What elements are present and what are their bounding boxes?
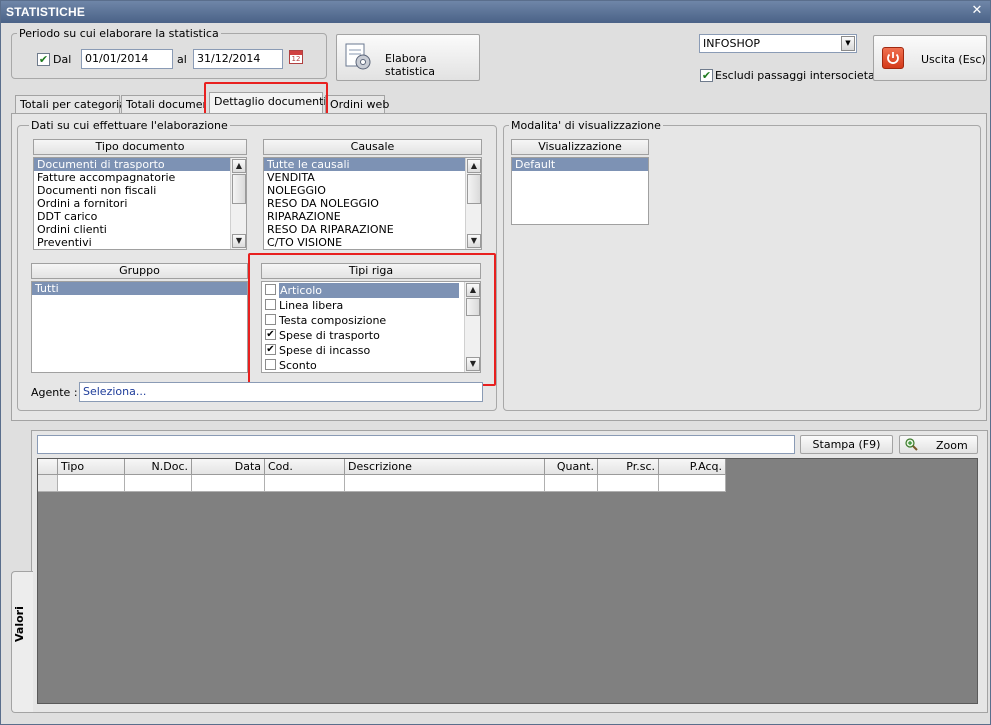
grid-cell[interactable] <box>265 475 345 492</box>
tab-totali-per-categoria[interactable]: Totali per categoria <box>15 95 126 113</box>
visualizzazione-group-label: Modalita' di visualizzazione <box>509 119 663 132</box>
tipi-riga-highlight-box <box>248 253 496 386</box>
period-group-label: Periodo su cui elaborare la statistica <box>17 27 221 40</box>
tab-label: Totali per categoria <box>20 98 126 111</box>
grid-cell[interactable] <box>598 475 659 492</box>
gruppo-list[interactable]: Tutti <box>31 281 248 373</box>
tab-label: Ordini web <box>330 98 390 111</box>
stampa-button-label: Stampa (F9) <box>812 438 881 451</box>
side-tab-valori[interactable]: Valori <box>11 571 33 713</box>
causale-header: Causale <box>263 139 482 155</box>
visualizzazione-list[interactable]: Default <box>511 157 649 225</box>
zoom-button-label: Zoom <box>936 439 968 452</box>
causale-list[interactable]: Tutte le causali VENDITA NOLEGGIO RESO D… <box>263 157 482 250</box>
grid-col-data[interactable]: Data <box>192 459 265 475</box>
agente-label: Agente : <box>31 386 78 399</box>
grid-col-ndoc[interactable]: N.Doc. <box>125 459 192 475</box>
power-icon <box>882 47 904 69</box>
list-item[interactable]: Default <box>512 158 648 171</box>
to-date-field[interactable]: 31/12/2014 <box>193 49 283 69</box>
list-item[interactable]: C/TO VISIONE <box>264 236 481 249</box>
grid-cell[interactable] <box>345 475 545 492</box>
grid-row-indicator-header <box>38 459 58 475</box>
list-item[interactable]: RIPARAZIONE <box>264 210 481 223</box>
list-item[interactable]: VENDITA <box>264 171 481 184</box>
grid-cell[interactable] <box>125 475 192 492</box>
company-select[interactable]: INFOSHOP ▼ <box>699 34 857 53</box>
results-grid[interactable]: Tipo N.Doc. Data Cod. Descrizione Quant.… <box>37 458 978 704</box>
agente-value: Seleziona... <box>83 385 147 398</box>
tipo-documento-header: Tipo documento <box>33 139 247 155</box>
stampa-button[interactable]: Stampa (F9) <box>800 435 893 454</box>
tab-totali-documenti[interactable]: Totali document <box>121 95 205 113</box>
to-date-value: 31/12/2014 <box>197 52 261 65</box>
grid-row-indicator[interactable] <box>38 475 58 492</box>
scroll-up-icon[interactable]: ▲ <box>467 159 481 173</box>
list-item[interactable]: Fatture accompagnatorie <box>34 171 246 184</box>
close-icon[interactable]: ✕ <box>970 4 984 18</box>
elabora-statistica-label: Elabora statistica <box>385 52 436 78</box>
grid-cell[interactable] <box>58 475 125 492</box>
chart-gear-icon <box>343 42 373 72</box>
statistiche-window: STATISTICHE ✕ Periodo su cui elaborare l… <box>0 0 991 725</box>
visualizzazione-header: Visualizzazione <box>511 139 649 155</box>
zoom-in-icon <box>904 437 918 451</box>
calendar-icon[interactable]: 12 <box>289 50 303 64</box>
exit-button-label: Uscita (Esc) <box>921 53 986 66</box>
from-date-checkbox[interactable]: ✔ <box>37 53 50 66</box>
list-item[interactable]: Ordini clienti <box>34 223 246 236</box>
zoom-button[interactable]: Zoom <box>899 435 978 454</box>
list-item[interactable]: Tutte le causali <box>264 158 481 171</box>
scroll-thumb[interactable] <box>232 174 246 204</box>
title-bar: STATISTICHE ✕ <box>1 1 990 23</box>
list-item[interactable]: Tutti <box>32 282 247 295</box>
from-date-label: Dal <box>53 53 72 66</box>
list-item[interactable]: RESO DA RIPARAZIONE <box>264 223 481 236</box>
list-item[interactable]: RESO DA NOLEGGIO <box>264 197 481 210</box>
causale-scrollbar[interactable]: ▲ ▼ <box>465 158 481 249</box>
from-date-field[interactable]: 01/01/2014 <box>81 49 173 69</box>
tab-label: Totali document <box>126 98 205 111</box>
escludi-label: Escludi passaggi intersocietari <box>715 69 883 82</box>
from-date-value: 01/01/2014 <box>85 52 149 65</box>
tipo-documento-list[interactable]: Documenti di trasporto Fatture accompagn… <box>33 157 247 250</box>
side-tab-label: Valori <box>13 606 26 642</box>
grid-col-quant[interactable]: Quant. <box>545 459 598 475</box>
grid-col-prsc[interactable]: Pr.sc. <box>598 459 659 475</box>
tipo-documento-scrollbar[interactable]: ▲ ▼ <box>230 158 246 249</box>
to-date-label: al <box>177 53 187 66</box>
list-item[interactable]: Documenti di trasporto <box>34 158 246 171</box>
window-title: STATISTICHE <box>6 5 86 19</box>
scroll-down-icon[interactable]: ▼ <box>232 234 246 248</box>
grid-cell[interactable] <box>659 475 726 492</box>
list-item[interactable]: Preventivi <box>34 236 246 249</box>
grid-col-cod[interactable]: Cod. <box>265 459 345 475</box>
grid-cell[interactable] <box>192 475 265 492</box>
grid-cell[interactable] <box>545 475 598 492</box>
company-select-value: INFOSHOP <box>703 37 761 50</box>
tab-ordini-web[interactable]: Ordini web <box>325 95 389 113</box>
escludi-checkbox[interactable]: ✔ <box>700 69 713 82</box>
scroll-thumb[interactable] <box>467 174 481 204</box>
grid-col-descrizione[interactable]: Descrizione <box>345 459 545 475</box>
list-item[interactable]: NOLEGGIO <box>264 184 481 197</box>
elabora-statistica-button[interactable]: Elabora statistica <box>336 34 480 81</box>
scroll-up-icon[interactable]: ▲ <box>232 159 246 173</box>
agente-field[interactable]: Seleziona... <box>79 382 483 402</box>
chevron-down-icon[interactable]: ▼ <box>841 36 855 51</box>
filter-field[interactable] <box>37 435 795 454</box>
grid-col-pacq[interactable]: P.Acq. <box>659 459 726 475</box>
list-item[interactable]: Ordini a fornitori <box>34 197 246 210</box>
scroll-down-icon[interactable]: ▼ <box>467 234 481 248</box>
exit-button[interactable]: Uscita (Esc) <box>873 35 987 81</box>
data-group-label: Dati su cui effettuare l'elaborazione <box>29 119 230 132</box>
list-item[interactable]: Documenti non fiscali <box>34 184 246 197</box>
grid-col-tipo[interactable]: Tipo <box>58 459 125 475</box>
list-item[interactable]: DDT carico <box>34 210 246 223</box>
gruppo-header: Gruppo <box>31 263 248 279</box>
